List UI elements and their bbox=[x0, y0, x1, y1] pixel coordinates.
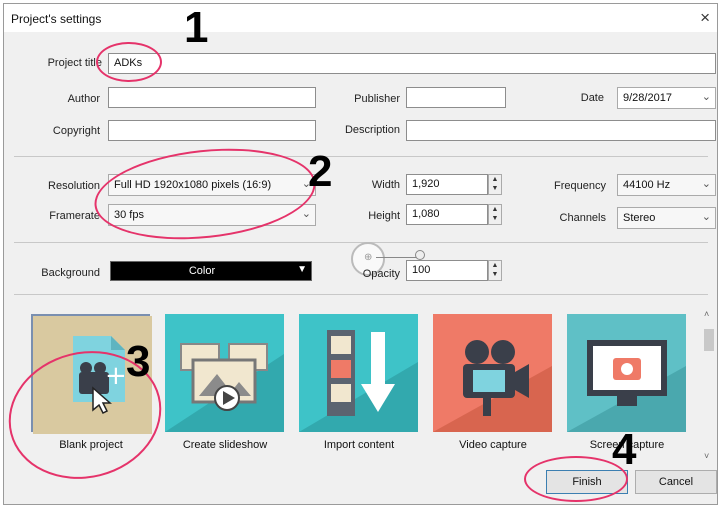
frequency-value: 44100 Hz bbox=[623, 179, 671, 191]
template-create-slideshow[interactable] bbox=[165, 314, 284, 432]
width-spinner[interactable]: ▲ ▼ bbox=[488, 174, 502, 195]
height-spinner[interactable]: ▲ ▼ bbox=[488, 204, 502, 225]
dialog-title: Project's settings bbox=[11, 12, 102, 26]
copyright-label: Copyright bbox=[52, 125, 100, 137]
title-bar: Project's settings × bbox=[4, 4, 717, 32]
scroll-up-icon[interactable]: ˄ bbox=[704, 309, 709, 319]
annotation-number: 2 bbox=[308, 147, 333, 196]
import-content-icon bbox=[299, 314, 418, 432]
annotation-number: 4 bbox=[612, 425, 637, 474]
annotation-number: 1 bbox=[184, 3, 209, 52]
opacity-spinner[interactable]: ▲ ▼ bbox=[488, 260, 502, 281]
annotation-number: 3 bbox=[126, 337, 151, 386]
frequency-label: Frequency bbox=[554, 180, 606, 192]
background-label: Background bbox=[41, 267, 100, 279]
template-video-capture[interactable] bbox=[433, 314, 552, 432]
copyright-input[interactable] bbox=[108, 120, 316, 141]
annotation-circle-project-title bbox=[96, 42, 162, 82]
date-value: 9/28/2017 bbox=[623, 92, 672, 104]
description-label: Description bbox=[344, 124, 400, 136]
chevron-down-icon: ⌄ bbox=[701, 211, 711, 223]
template-import-content[interactable] bbox=[299, 314, 418, 432]
chevron-down-icon: ⌄ bbox=[701, 178, 711, 190]
template-label: Import content bbox=[323, 439, 395, 451]
templates-scrollbar[interactable]: ˄ ˅ bbox=[702, 307, 716, 463]
screen-capture-icon bbox=[567, 314, 686, 432]
height-label: Height bbox=[368, 210, 400, 222]
opacity-input[interactable]: 100 bbox=[406, 260, 488, 281]
opacity-label: Opacity bbox=[362, 268, 400, 280]
template-label: Create slideshow bbox=[182, 439, 268, 451]
close-icon[interactable]: × bbox=[700, 8, 710, 28]
author-input[interactable] bbox=[108, 87, 316, 108]
publisher-label: Publisher bbox=[354, 93, 400, 105]
pointer-line bbox=[376, 257, 420, 258]
template-screen-capture[interactable] bbox=[567, 314, 686, 432]
date-label: Date bbox=[580, 92, 604, 104]
resolution-label: Resolution bbox=[48, 180, 100, 192]
dropdown-arrow-icon: ▼ bbox=[297, 264, 307, 275]
width-input[interactable]: 1,920 bbox=[406, 174, 488, 195]
divider bbox=[14, 294, 708, 295]
slideshow-icon bbox=[165, 314, 284, 432]
channels-value: Stereo bbox=[623, 212, 656, 224]
channels-label: Channels bbox=[559, 212, 606, 224]
author-label: Author bbox=[67, 93, 100, 105]
scroll-thumb[interactable] bbox=[704, 329, 714, 351]
width-label: Width bbox=[371, 179, 400, 191]
divider bbox=[14, 156, 708, 157]
pointer-dot-icon bbox=[415, 250, 425, 260]
height-input[interactable]: 1,080 bbox=[406, 204, 488, 225]
project-title-label: Project title bbox=[47, 57, 102, 69]
color-button-label: Color bbox=[188, 265, 216, 277]
date-picker[interactable]: 9/28/2017 ⌄ bbox=[617, 87, 716, 109]
publisher-input[interactable] bbox=[406, 87, 506, 108]
video-camera-icon bbox=[433, 314, 552, 432]
scroll-down-icon[interactable]: ˅ bbox=[704, 451, 709, 461]
chevron-down-icon: ⌄ bbox=[701, 91, 711, 103]
project-title-input[interactable]: ADKs bbox=[108, 53, 716, 74]
frequency-select[interactable]: 44100 Hz ⌄ bbox=[617, 174, 716, 196]
framerate-label: Framerate bbox=[49, 210, 100, 222]
chevron-down-icon: ⌄ bbox=[301, 208, 311, 220]
background-color-button[interactable]: Color ▼ bbox=[110, 261, 312, 281]
description-input[interactable] bbox=[406, 120, 716, 141]
cancel-button[interactable]: Cancel bbox=[635, 470, 717, 494]
channels-select[interactable]: Stereo ⌄ bbox=[617, 207, 716, 229]
template-label: Video capture bbox=[459, 439, 527, 451]
